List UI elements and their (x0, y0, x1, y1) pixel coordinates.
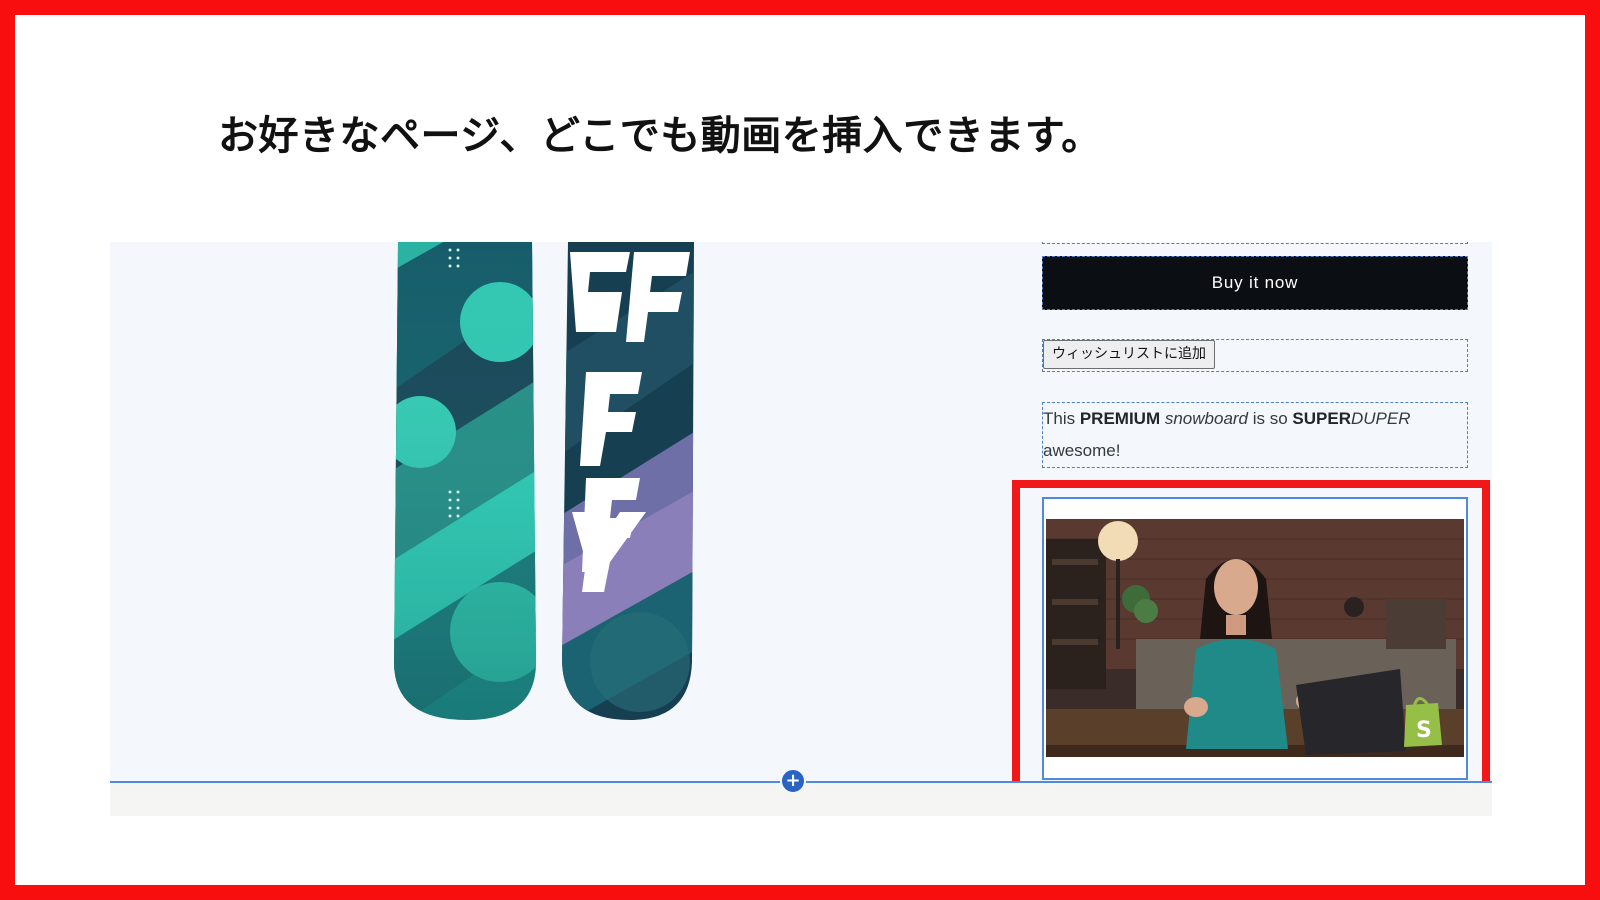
description-text-premium: PREMIUM (1079, 409, 1161, 428)
description-text-1: This (1043, 409, 1080, 428)
product-description: This PREMIUM snowboard is so SUPERDUPER a… (1042, 402, 1468, 468)
buy-now-button[interactable]: Buy it now (1042, 256, 1468, 310)
snowboard-left (394, 242, 536, 720)
description-text-super: SUPER (1292, 409, 1351, 428)
theme-editor-canvas: Buy it now ウィッシュリストに追加 This PREMIUM snow… (110, 242, 1492, 816)
description-text-awesome: awesome! (1043, 441, 1121, 460)
add-to-wishlist-button[interactable]: ウィッシュリストに追加 (1043, 340, 1215, 369)
product-image-snowboards[interactable] (390, 242, 730, 732)
add-section-plus-icon[interactable]: + (780, 768, 806, 794)
quantity-block-edge (1042, 242, 1468, 244)
wishlist-block: ウィッシュリストに追加 (1042, 339, 1468, 372)
description-text-2: is so (1248, 409, 1293, 428)
snowboard-right (562, 242, 694, 720)
slide-headline: お好きなページ、どこでも動画を挿入できます。 (218, 113, 1102, 159)
description-text-snowboard: snowboard (1160, 409, 1249, 428)
video-highlight-box (1012, 480, 1490, 808)
description-text-duper: DUPER (1351, 409, 1411, 428)
